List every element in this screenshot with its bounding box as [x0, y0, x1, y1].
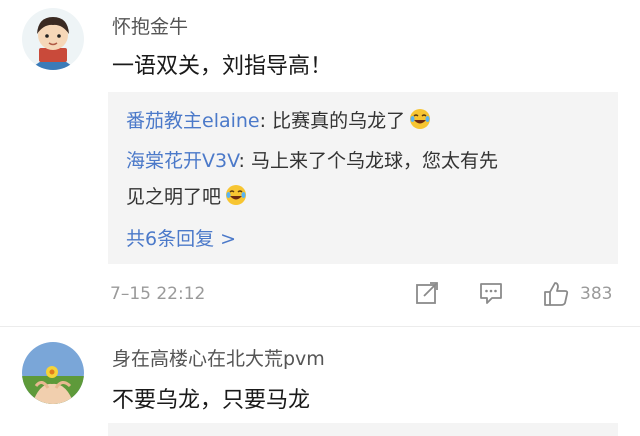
edit-share-icon[interactable] [414, 280, 440, 310]
reply-list: 番茄教主elaine: 比赛真的乌龙了 海棠花开V3V: 马上来了个乌龙球，您太… [108, 92, 618, 264]
reply-username[interactable]: 番茄教主elaine [126, 110, 260, 132]
comment-icon[interactable] [478, 280, 504, 310]
reply-item-continued: 见之明了吧 [126, 182, 247, 211]
comment-content: 一语双关，刘指导高！ [112, 54, 333, 79]
comment-timestamp: 7–15 22:12 [110, 284, 206, 304]
reply-item: 海棠花开V3V: 马上来了个乌龙球，您太有先 [126, 146, 498, 173]
reply-item: 番茄教主elaine: 比赛真的乌龙了 [126, 106, 431, 135]
thumbs-up-icon[interactable] [542, 280, 570, 312]
comment-username[interactable]: 身在高楼心在北大荒pvm [112, 344, 325, 371]
laughing-crying-emoji-icon [225, 184, 247, 211]
more-replies-link[interactable]: 共6条回复 > [126, 224, 236, 251]
laughing-crying-emoji-icon [409, 108, 431, 135]
reply-username[interactable]: 海棠花开V3V [126, 150, 239, 172]
comment-username[interactable]: 怀抱金牛 [112, 12, 188, 39]
reply-text: : 马上来了个乌龙球，您太有先 [238, 150, 498, 172]
comment-content: 不要乌龙，只要马龙 [112, 388, 311, 413]
like-count: 383 [580, 284, 613, 304]
comment-divider [0, 326, 640, 327]
reply-text: 见之明了吧 [126, 186, 222, 208]
avatar[interactable] [22, 8, 84, 70]
reply-list [108, 423, 618, 436]
reply-text: : 比赛真的乌龙了 [259, 110, 406, 132]
avatar[interactable] [22, 342, 84, 404]
